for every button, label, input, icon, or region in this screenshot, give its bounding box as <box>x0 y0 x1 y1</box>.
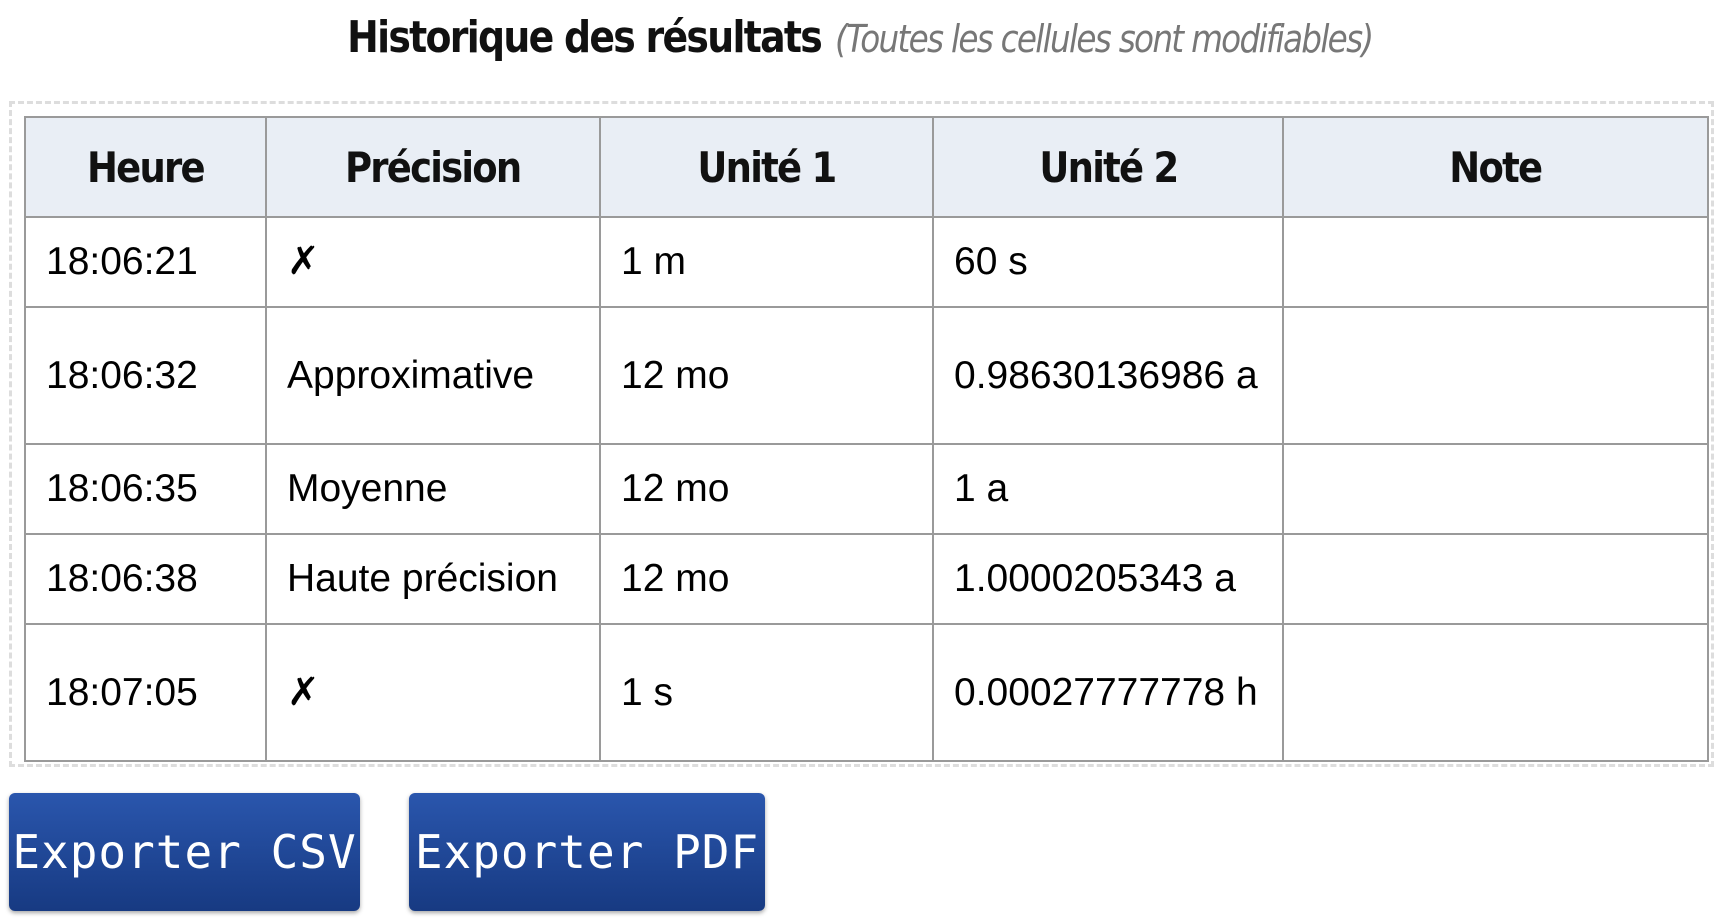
table-row: 18:07:05 ✗ 1 s 0.00027777778 h <box>24 623 1709 762</box>
cell-unite-1[interactable]: 12 mo <box>599 533 934 625</box>
cell-precision[interactable]: ✗ <box>265 216 601 308</box>
cell-heure[interactable]: 18:06:35 <box>24 443 267 535</box>
cell-note[interactable] <box>1282 306 1709 445</box>
cell-precision[interactable]: Haute précision <box>265 533 601 625</box>
cell-heure[interactable]: 18:06:32 <box>24 306 267 445</box>
column-header-note: Note <box>1282 116 1709 218</box>
cell-unite-1[interactable]: 1 s <box>599 623 934 762</box>
column-header-precision: Précision <box>265 116 601 218</box>
cell-unite-1[interactable]: 1 m <box>599 216 934 308</box>
page-title-main: Historique des résultats <box>347 12 823 63</box>
table-row: 18:06:32 Approximative 12 mo 0.986301369… <box>24 306 1709 445</box>
cell-note[interactable] <box>1282 443 1709 535</box>
table-row: 18:06:35 Moyenne 12 mo 1 a <box>24 443 1709 535</box>
history-table-container: Heure Précision Unité 1 Unité 2 Note 18:… <box>9 101 1714 767</box>
cell-note[interactable] <box>1282 533 1709 625</box>
cell-unite-2[interactable]: 0.00027777778 h <box>932 623 1284 762</box>
cell-heure[interactable]: 18:06:21 <box>24 216 267 308</box>
cell-unite-2[interactable]: 1 a <box>932 443 1284 535</box>
column-header-unite-1: Unité 1 <box>599 116 934 218</box>
column-header-heure: Heure <box>24 116 267 218</box>
cell-precision[interactable]: ✗ <box>265 623 601 762</box>
history-table: Heure Précision Unité 1 Unité 2 Note 18:… <box>24 116 1709 762</box>
table-row: 18:06:21 ✗ 1 m 60 s <box>24 216 1709 308</box>
cell-unite-2[interactable]: 60 s <box>932 216 1284 308</box>
cell-unite-2[interactable]: 0.98630136986 a <box>932 306 1284 445</box>
cell-note[interactable] <box>1282 623 1709 762</box>
cell-unite-1[interactable]: 12 mo <box>599 443 934 535</box>
cell-unite-2[interactable]: 1.0000205343 a <box>932 533 1284 625</box>
page-title: Historique des résultats (Toutes les cel… <box>0 12 1730 82</box>
page-title-subtitle: (Toutes les cellules sont modifiables) <box>835 17 1374 61</box>
table-row: 18:06:38 Haute précision 12 mo 1.0000205… <box>24 533 1709 625</box>
cell-heure[interactable]: 18:06:38 <box>24 533 267 625</box>
cell-note[interactable] <box>1282 216 1709 308</box>
column-header-unite-2: Unité 2 <box>932 116 1284 218</box>
cell-unite-1[interactable]: 12 mo <box>599 306 934 445</box>
cell-precision[interactable]: Approximative <box>265 306 601 445</box>
cell-precision[interactable]: Moyenne <box>265 443 601 535</box>
export-csv-button[interactable]: Exporter CSV <box>9 793 360 911</box>
export-pdf-button[interactable]: Exporter PDF <box>409 793 765 911</box>
table-header-row: Heure Précision Unité 1 Unité 2 Note <box>24 116 1709 218</box>
cell-heure[interactable]: 18:07:05 <box>24 623 267 762</box>
